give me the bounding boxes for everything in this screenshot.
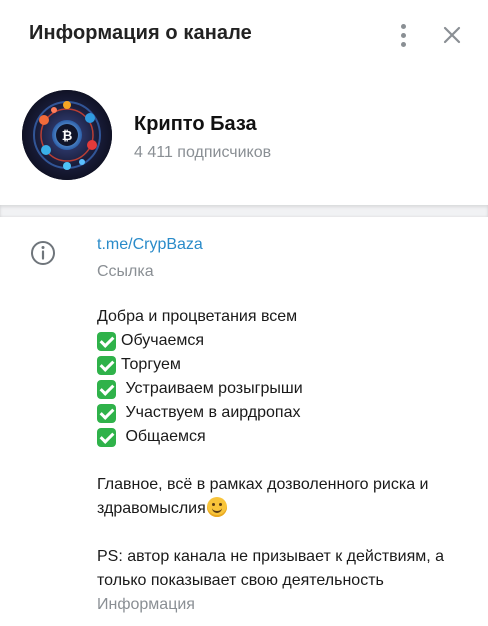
check-mark-icon: [97, 355, 116, 375]
channel-description: Добра и процветания всем Обучаемся Торгу…: [97, 305, 457, 593]
more-vertical-icon: [400, 23, 406, 29]
list-item-label: Устраиваем розыгрыши: [121, 380, 303, 397]
list-item: Обучаемся: [97, 329, 457, 353]
check-mark-icon: [97, 331, 116, 351]
list-item-label: Обучаемся: [121, 332, 205, 349]
list-item-label: Торгуем: [121, 356, 181, 373]
smiling-face-icon: [206, 497, 227, 517]
list-item-label: Общаемся: [121, 428, 206, 445]
description-intro: Добра и процветания всем: [97, 308, 298, 325]
list-item: Общаемся: [97, 425, 457, 449]
close-icon[interactable]: [441, 24, 463, 46]
more-vertical-icon-dot: [400, 41, 406, 47]
channel-link[interactable]: t.me/CrypBaza: [97, 236, 203, 254]
subscriber-count: 4 411 подписчиков: [134, 144, 272, 161]
info-icon: [31, 241, 55, 265]
description-paragraph: Главное, всё в рамках дозволенного риска…: [97, 473, 457, 521]
list-item: Участвуем в аирдропах: [97, 401, 457, 425]
page-title: Информация о канале: [29, 22, 252, 44]
channel-name: Крипто База: [134, 113, 257, 135]
avatar-image: ₿: [22, 90, 112, 180]
list-item: Устраиваем розыгрыши: [97, 377, 457, 401]
link-caption: Ссылка: [97, 263, 154, 280]
more-options-button[interactable]: [390, 20, 416, 50]
svg-text:₿: ₿: [62, 129, 73, 144]
channel-profile: ₿ Крипто База 4 411 подписчиков: [0, 70, 488, 200]
header: Информация о канале: [0, 0, 488, 70]
list-item-label: Участвуем в аирдропах: [121, 404, 301, 421]
check-mark-icon: [97, 403, 116, 423]
description-paragraph-text: Главное, всё в рамках дозволенного риска…: [97, 476, 429, 517]
check-mark-icon: [97, 379, 116, 399]
avatar[interactable]: ₿: [22, 90, 112, 180]
list-item: Торгуем: [97, 353, 457, 377]
description-paragraph: PS: автор канала не призывает к действия…: [97, 548, 445, 589]
description-caption: Информация: [97, 596, 195, 613]
section-divider: [0, 205, 488, 217]
more-vertical-icon-dot: [400, 32, 406, 38]
check-mark-icon: [97, 427, 116, 447]
